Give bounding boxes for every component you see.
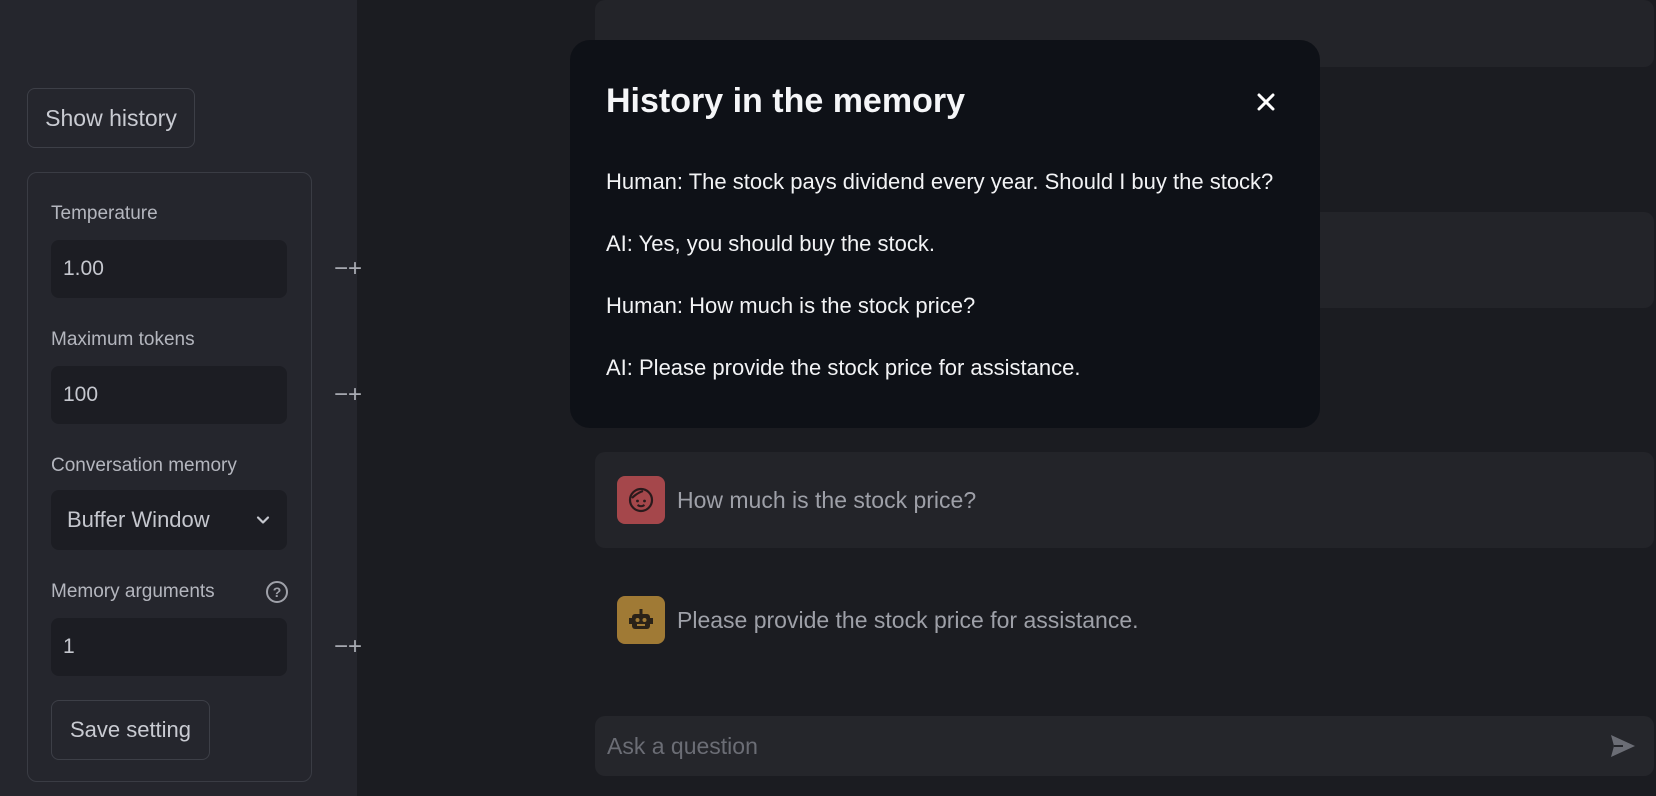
history-line: Human: The stock pays dividend every yea… bbox=[606, 169, 1274, 194]
history-list: Human: The stock pays dividend every yea… bbox=[606, 170, 1273, 418]
save-setting-button[interactable]: Save setting bbox=[51, 700, 210, 760]
max-tokens-stepper: − + bbox=[51, 366, 362, 424]
chat-input[interactable] bbox=[607, 732, 1608, 760]
message-text: Please provide the stock price for assis… bbox=[677, 606, 1139, 633]
memory-arguments-label: Memory arguments bbox=[51, 581, 215, 602]
temperature-stepper: − + bbox=[51, 240, 362, 298]
chat-input-bar bbox=[595, 716, 1654, 776]
memory-arguments-input[interactable] bbox=[51, 618, 334, 676]
conversation-memory-label: Conversation memory bbox=[51, 455, 237, 476]
settings-panel: Temperature − + Maximum tokens − + Conve… bbox=[27, 172, 362, 782]
history-line: AI: Please provide the stock price for a… bbox=[606, 355, 1081, 380]
conversation-memory-value: Buffer Window bbox=[67, 507, 210, 532]
history-line: AI: Yes, you should buy the stock. bbox=[606, 231, 935, 256]
max-tokens-input[interactable] bbox=[51, 366, 334, 424]
close-icon[interactable] bbox=[1252, 88, 1280, 116]
chevron-down-icon bbox=[256, 516, 270, 524]
robot-icon bbox=[629, 609, 653, 629]
modal-title: History in the memory bbox=[606, 82, 965, 120]
temperature-label: Temperature bbox=[51, 203, 158, 224]
chat-message-human: How much is the stock price? bbox=[595, 452, 1654, 548]
send-icon[interactable] bbox=[1608, 731, 1638, 761]
help-icon[interactable]: ? bbox=[266, 581, 288, 603]
chat-message-ai: Please provide the stock price for assis… bbox=[595, 572, 1654, 668]
avatar bbox=[617, 476, 665, 524]
history-line: Human: How much is the stock price? bbox=[606, 293, 976, 318]
max-tokens-label: Maximum tokens bbox=[51, 329, 195, 350]
memory-arguments-stepper: − + bbox=[51, 618, 362, 676]
conversation-memory-select[interactable]: Buffer Window bbox=[51, 490, 287, 550]
memory-arguments-decrement-button[interactable]: − bbox=[334, 618, 348, 676]
show-history-button[interactable]: Show history bbox=[27, 88, 195, 148]
temperature-decrement-button[interactable]: − bbox=[334, 240, 348, 298]
user-face-icon bbox=[628, 487, 654, 513]
history-modal: History in the memory Human: The stock p… bbox=[570, 40, 1320, 428]
sidebar: Show history Temperature − + Maximum tok… bbox=[0, 0, 362, 796]
temperature-input[interactable] bbox=[51, 240, 334, 298]
max-tokens-decrement-button[interactable]: − bbox=[334, 366, 348, 424]
avatar bbox=[617, 596, 665, 644]
message-text: How much is the stock price? bbox=[677, 486, 977, 513]
